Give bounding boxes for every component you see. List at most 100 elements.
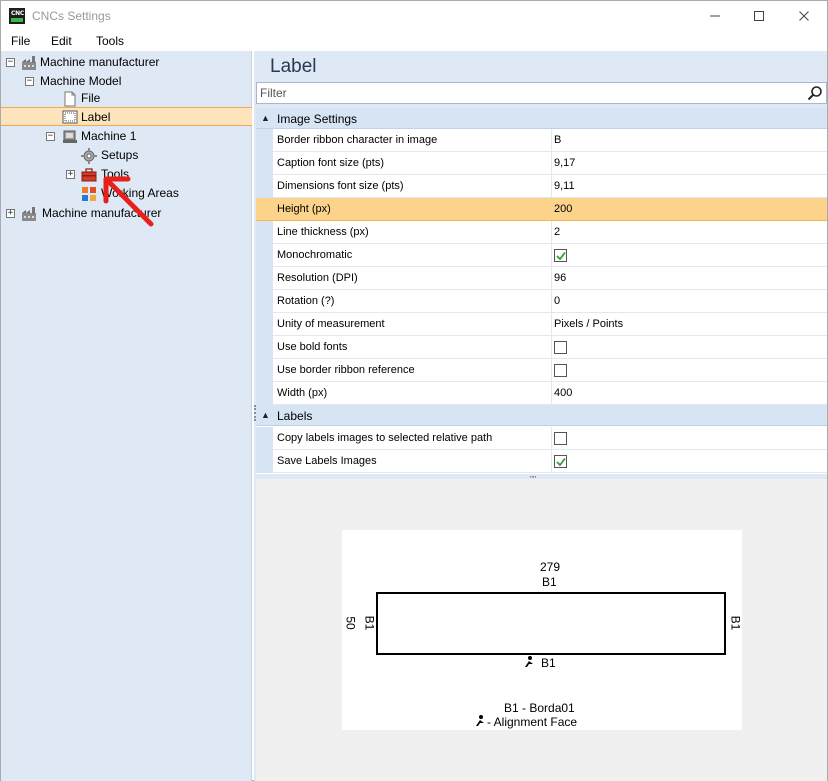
label-preview-image: 279 B1 50 B1 B1 B1 B1 - Borda01 - Alignm… <box>342 530 742 730</box>
row-gutter <box>256 359 273 382</box>
row-gutter <box>256 221 273 244</box>
menu-file[interactable]: File <box>11 34 30 48</box>
collapse-arrow-icon[interactable]: ▲ <box>261 410 270 420</box>
row-gutter <box>256 450 273 473</box>
property-row[interactable]: Copy labels images to selected relative … <box>256 427 827 450</box>
monochromatic-checkbox[interactable] <box>554 249 567 262</box>
use-border-ribbon-reference-checkbox[interactable] <box>554 364 567 377</box>
column-divider <box>551 382 552 405</box>
bottom-ribbon-label: B1 <box>541 656 556 670</box>
row-gutter <box>256 336 273 359</box>
category-image-settings[interactable]: ▲ Image Settings <box>256 108 827 129</box>
search-icon[interactable] <box>807 85 823 101</box>
checkmark-icon <box>556 457 566 467</box>
property-name: Unity of measurement <box>277 318 385 330</box>
alignment-marker-icon <box>525 656 533 667</box>
collapse-expander[interactable]: − <box>6 58 15 67</box>
row-gutter <box>256 175 273 198</box>
property-value[interactable]: 96 <box>554 272 566 284</box>
property-row[interactable]: Rotation (?) 0 <box>256 290 827 313</box>
right-ribbon-label: B1 <box>728 615 743 631</box>
label-piece-rectangle <box>376 592 726 655</box>
tree-node-label: Machine 1 <box>81 129 137 143</box>
category-labels[interactable]: ▲ Labels <box>256 405 827 426</box>
property-row[interactable]: Dimensions font size (pts) 9,11 <box>256 175 827 198</box>
column-divider <box>551 313 552 336</box>
row-gutter <box>256 244 273 267</box>
property-value[interactable]: B <box>554 134 561 146</box>
property-name: Caption font size (pts) <box>277 157 384 169</box>
close-button[interactable] <box>781 1 827 31</box>
property-row[interactable]: Line thickness (px) 2 <box>256 221 827 244</box>
property-row[interactable]: Resolution (DPI) 96 <box>256 267 827 290</box>
label-preview-area: 279 B1 50 B1 B1 B1 B1 - Borda01 - Alignm… <box>256 479 827 781</box>
property-value[interactable]: 9,11 <box>554 180 575 192</box>
column-divider <box>551 175 552 198</box>
property-value[interactable]: 200 <box>554 203 572 215</box>
tree-node-label-selected[interactable]: Label <box>1 107 252 126</box>
top-ribbon-label: B1 <box>542 575 557 589</box>
property-name: Border ribbon character in image <box>277 134 438 146</box>
property-name: Height (px) <box>277 203 331 215</box>
factory-icon <box>22 56 36 70</box>
save-labels-images-checkbox[interactable] <box>554 455 567 468</box>
property-row-selected[interactable]: Height (px) 200 <box>256 198 827 221</box>
tree-node-label: Machine manufacturer <box>40 55 160 69</box>
maximize-button[interactable] <box>736 1 782 31</box>
menu-tools[interactable]: Tools <box>96 34 124 48</box>
title-bar: CNC CNCs Settings <box>1 1 827 31</box>
property-row[interactable]: Save Labels Images <box>256 450 827 473</box>
expand-expander[interactable]: + <box>66 170 75 179</box>
checkmark-icon <box>556 251 566 261</box>
column-divider <box>551 129 552 152</box>
working-areas-icon <box>82 187 96 201</box>
property-row[interactable]: Width (px) 400 <box>256 382 827 405</box>
property-row[interactable]: Unity of measurement Pixels / Points <box>256 313 827 336</box>
collapse-expander[interactable]: − <box>46 132 55 141</box>
minimize-icon <box>710 15 720 17</box>
minimize-button[interactable] <box>692 1 738 31</box>
property-row[interactable]: Use bold fonts <box>256 336 827 359</box>
property-value[interactable]: 9,17 <box>554 157 575 169</box>
row-gutter <box>256 382 273 405</box>
property-grid: ▲ Image Settings Border ribbon character… <box>256 108 827 474</box>
property-row[interactable]: Monochromatic <box>256 244 827 267</box>
row-gutter <box>256 290 273 313</box>
tree-node-label: File <box>81 91 101 105</box>
filter-input[interactable] <box>260 85 800 101</box>
property-row[interactable]: Border ribbon character in image B <box>256 129 827 152</box>
copy-labels-images-checkbox[interactable] <box>554 432 567 445</box>
property-name: Monochromatic <box>277 249 353 261</box>
gear-icon <box>81 148 97 164</box>
property-row[interactable]: Use border ribbon reference <box>256 359 827 382</box>
property-name: Width (px) <box>277 387 328 399</box>
column-divider <box>551 359 552 382</box>
use-bold-fonts-checkbox[interactable] <box>554 341 567 354</box>
property-name: Line thickness (px) <box>277 226 369 238</box>
property-value[interactable]: 2 <box>554 226 560 238</box>
tree-node-label: Label <box>81 110 111 124</box>
property-value[interactable]: Pixels / Points <box>554 318 623 330</box>
alignment-marker-icon <box>476 715 484 726</box>
left-ribbon-label: B1 <box>362 615 377 631</box>
expand-expander[interactable]: + <box>6 209 15 218</box>
column-divider <box>551 244 552 267</box>
column-divider <box>551 450 552 473</box>
category-label: Image Settings <box>277 112 358 126</box>
property-row[interactable]: Caption font size (pts) 9,17 <box>256 152 827 175</box>
collapse-arrow-icon[interactable]: ▲ <box>261 113 270 123</box>
cnc-app-icon: CNC <box>9 8 25 24</box>
menu-edit[interactable]: Edit <box>51 34 72 48</box>
column-divider <box>551 267 552 290</box>
row-gutter <box>256 129 273 152</box>
label-caption: B1 - Borda01 <box>504 701 575 715</box>
factory-icon <box>22 207 36 221</box>
property-name: Rotation (?) <box>277 295 335 307</box>
property-name: Copy labels images to selected relative … <box>277 432 493 444</box>
property-value[interactable]: 0 <box>554 295 560 307</box>
row-gutter <box>256 267 273 290</box>
collapse-expander[interactable]: − <box>25 77 34 86</box>
property-value[interactable]: 400 <box>554 387 572 399</box>
row-gutter <box>256 313 273 336</box>
vertical-splitter-grip[interactable] <box>254 405 257 421</box>
